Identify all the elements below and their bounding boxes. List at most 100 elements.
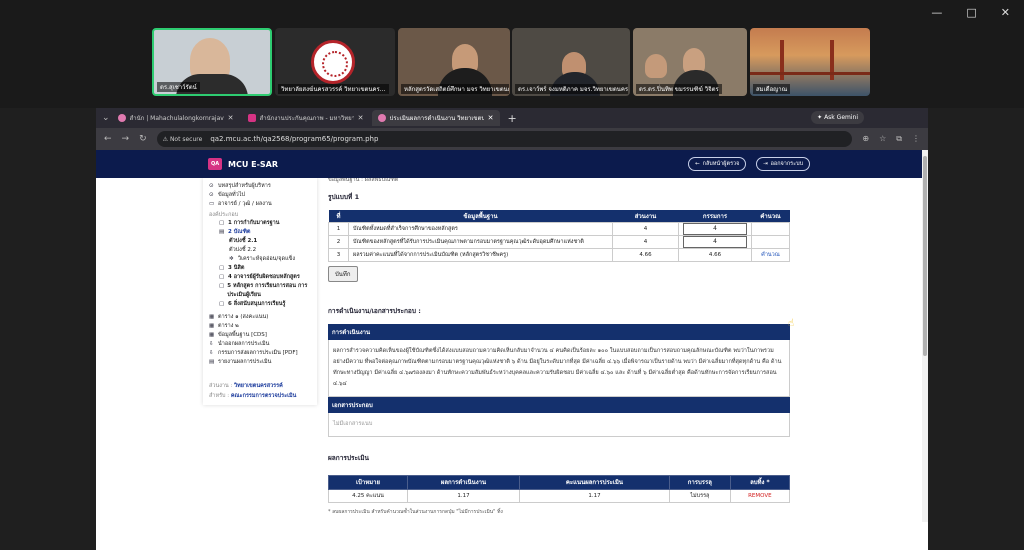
doc-panel-text: ไม่มีเอกสารแนบ xyxy=(328,412,790,437)
sidebar-item-component-4[interactable]: ▢ 4 อาจารย์ผู้รับผิดชอบหลักสูตร xyxy=(209,273,311,282)
tab-search-icon[interactable]: ⌄ xyxy=(102,113,110,123)
result-achievement: ไม่บรรลุ xyxy=(668,488,731,503)
sidebar-item-label: ตาราง ๑ (สงคะแนน) xyxy=(218,314,269,320)
sidebar-item-component-3[interactable]: ▢ 3 นิสิต xyxy=(209,264,311,273)
menu-dots-icon[interactable]: ⋮ xyxy=(912,134,920,144)
browser-tab-active[interactable]: ประเมินผลการดำเนินงาน วิทยาเขตนคร... ✕ xyxy=(371,110,500,126)
zoom-icon[interactable]: ⊕ xyxy=(862,134,869,144)
sidebar-note: ส่วนงาน : วิทยาเขตนครสวรรค์ สำหรับ : คณะ… xyxy=(209,381,311,401)
row-info: ผลรวมค่าคะแนนที่ได้จากการประเมินบัณฑิต (… xyxy=(348,247,613,262)
tab-favicon-icon xyxy=(377,114,386,122)
row-no: 3 xyxy=(328,247,349,262)
sidebar-item-label: นำออกผลการประเมิน xyxy=(218,341,270,347)
folder-icon: ▢ xyxy=(219,220,225,226)
table-row: 2 บัณฑิตของหลักสูตรที่ได้รับการประเมินคุ… xyxy=(328,234,790,249)
toolbar-icons: ⊕ ☆ ⧉ ⋮ xyxy=(862,134,920,144)
table-icon: ▦ xyxy=(209,332,215,338)
participant-tile[interactable]: สมเดือญาณ xyxy=(750,28,870,96)
logout-button[interactable]: ⇥ ออกจากระบบ xyxy=(756,157,811,171)
close-button[interactable]: ✕ xyxy=(1001,6,1010,19)
scrollbar-thumb[interactable] xyxy=(923,156,927,356)
participant-face xyxy=(645,54,667,78)
row-committee: 4.66 xyxy=(678,247,752,262)
sidebar-item-label: 6 สิ่งสนับสนุนการเรียนรู้ xyxy=(228,301,286,307)
extensions-icon[interactable]: ⧉ xyxy=(896,134,902,144)
browser-tab[interactable]: สำนักงานประกันคุณภาพ - มหาวิทยาลั... ✕ xyxy=(242,110,370,126)
ask-gemini-label: Ask Gemini xyxy=(824,114,858,121)
participant-tile[interactable]: ดร.เจาว์พร์ จงมหดิภาค มจร.วิทยาเขตนคร... xyxy=(512,28,630,96)
url-field[interactable]: ⚠ Not secure qa2.mcu.ac.th/qa2568/progra… xyxy=(156,131,853,147)
sidebar-item-component-6[interactable]: ▢ 6 สิ่งสนับสนุนการเรียนรู้ xyxy=(209,300,311,309)
sidebar: ⊙ บทสรุปสำหรับผู้บริหาร ⊙ ข้อมูลทั่วไป ▭ อา… xyxy=(203,178,317,405)
sidebar-item-label: 2 บัณฑิต xyxy=(228,229,251,235)
note-for-label: สำหรับ : xyxy=(209,393,230,399)
participant-tile[interactable]: ดร.สุเชาว์รัตน์ xyxy=(152,28,272,96)
ops-panel-text: ผลการสำรวจความคิดเห็นของผู้ใช้บัณฑิตซึ่ง… xyxy=(328,339,790,397)
download-icon: ⇩ xyxy=(209,350,214,356)
remove-button[interactable]: REMOVE xyxy=(729,488,791,503)
close-tab-icon[interactable]: ✕ xyxy=(488,114,494,122)
maximize-button[interactable]: □ xyxy=(966,6,976,19)
sidebar-item-summary[interactable]: ⊙ บทสรุปสำหรับผู้บริหาร xyxy=(209,182,311,191)
sidebar-item-export[interactable]: ⇩ นำออกผลการประเมิน xyxy=(209,340,311,349)
participant-name: วิทยาลัยสงฆ์นครสวรรค์ วิทยาเขตนคร... xyxy=(278,84,389,94)
sidebar-item-swot[interactable]: ✲ วิเคราะห์จุดอ่อน/จุดแข็ง xyxy=(209,255,311,264)
result-row: 4.25 คะแนน 1.17 1.17 ไม่บรรลุ REMOVE xyxy=(328,488,791,503)
sidebar-item-label: กรรมการส่งผลการประเมิน [PDF] xyxy=(218,350,298,356)
minimize-button[interactable]: — xyxy=(931,6,942,19)
bridge-deck xyxy=(750,72,870,75)
sidebar-item-indicator-2-2[interactable]: ตัวบ่งชี้ 2.2 xyxy=(209,246,311,255)
sidebar-item-label: 1 การกำกับมาตรฐาน xyxy=(228,220,280,226)
sidebar-item-label: 4 อาจารย์ผู้รับผิดชอบหลักสูตร xyxy=(228,274,300,280)
back-icon[interactable]: ← xyxy=(104,134,112,144)
sidebar-item-cds[interactable]: ▦ ข้อมูลพื้นฐาน [CDS] xyxy=(209,331,311,340)
sidebar-item-faculty[interactable]: ▭ อาจารย์ / วุฒิ / ผลงาน xyxy=(209,200,311,209)
forward-icon[interactable]: → xyxy=(122,134,130,144)
sidebar-item-general[interactable]: ⊙ ข้อมูลทั่วไป xyxy=(209,191,311,200)
col-delete: ลบทิ้ง * xyxy=(729,474,791,490)
mouse-cursor-icon: ☝ xyxy=(788,318,795,329)
save-button[interactable]: บันทึก xyxy=(328,265,358,282)
sidebar-item-label: ตาราง ๒ xyxy=(218,323,239,329)
sidebar-item-component-2[interactable]: ▤ 2 บัณฑิต xyxy=(209,228,311,237)
col-unit: ส่วนงาน xyxy=(612,210,679,222)
sidebar-item-report[interactable]: ▤ รายงานผลการประเมิน xyxy=(209,358,311,367)
folder-icon: ▢ xyxy=(219,265,225,271)
bookmark-star-icon[interactable]: ☆ xyxy=(879,134,886,144)
sidebar-item-component-5[interactable]: ▢ 5 หลักสูตร การเรียนการสอน การประเมินผู้… xyxy=(209,282,311,300)
ask-gemini-button[interactable]: ✦ Ask Gemini xyxy=(811,111,864,124)
participant-tile[interactable]: หลักสูตรวัดเสถิตย์ศึกษา มจร วิทยาเขตนคร.… xyxy=(398,28,510,96)
note-unit-label: ส่วนงาน : xyxy=(209,383,233,389)
table-icon: ▦ xyxy=(209,314,215,320)
reload-icon[interactable]: ↻ xyxy=(139,134,147,144)
sidebar-item-pdf[interactable]: ⇩ กรรมการส่งผลการประเมิน [PDF] xyxy=(209,349,311,358)
row-no: 1 xyxy=(328,221,349,236)
row-unit: 4 xyxy=(612,221,679,236)
sidebar-item-label: ตัวบ่งชี้ 2.1 xyxy=(229,238,258,244)
browser-tab[interactable]: สำนัก | Mahachulalongkornrajavi... ✕ xyxy=(112,110,240,126)
participant-name: ดร.เจาว์พร์ จงมหดิภาค มจร.วิทยาเขตนคร... xyxy=(515,84,629,94)
committee-input[interactable]: 4 xyxy=(683,235,747,248)
back-to-reviewer-label: กลับหน้าผู้ตรวจ xyxy=(702,161,740,167)
new-tab-button[interactable]: + xyxy=(502,112,523,125)
participant-name: ดร.สุเชาว์รัตน์ xyxy=(157,82,200,92)
close-tab-icon[interactable]: ✕ xyxy=(228,114,234,122)
close-tab-icon[interactable]: ✕ xyxy=(358,114,364,122)
note-unit-value: วิทยาเขตนครสวรรค์ xyxy=(234,383,283,389)
not-secure-badge[interactable]: ⚠ Not secure xyxy=(163,136,203,143)
committee-input[interactable]: 4 xyxy=(683,222,747,235)
sidebar-item-indicator-2-1[interactable]: ตัวบ่งชี้ 2.1 xyxy=(209,237,311,246)
sidebar-item-component-1[interactable]: ▢ 1 การกำกับมาตรฐาน xyxy=(209,219,311,228)
page-scrollbar[interactable] xyxy=(922,150,928,522)
back-to-reviewer-button[interactable]: ← กลับหน้าผู้ตรวจ xyxy=(688,157,747,171)
participant-name: สมเดือญาณ xyxy=(753,84,791,94)
result-performance: 1.17 xyxy=(407,488,520,503)
participant-tile[interactable]: ดร.ดร.ปิ่นทิพ ขมรรนฑิฆ์ วิจิตร xyxy=(633,28,747,96)
tab-label: สำนัก | Mahachulalongkornrajavi... xyxy=(129,115,224,122)
sidebar-item-table-1[interactable]: ▦ ตาราง ๑ (สงคะแนน) xyxy=(209,313,311,322)
university-logo xyxy=(311,40,355,84)
sidebar-item-table-2[interactable]: ▦ ตาราง ๒ xyxy=(209,322,311,331)
zoom-meeting-strip: — □ ✕ ดร.สุเชาว์รัตน์ วิทยาลัยสงฆ์นครสวร… xyxy=(0,0,1024,108)
participant-tile[interactable]: วิทยาลัยสงฆ์นครสวรรค์ วิทยาเขตนคร... xyxy=(275,28,395,96)
calculate-link[interactable]: คำนวณ xyxy=(751,247,790,262)
